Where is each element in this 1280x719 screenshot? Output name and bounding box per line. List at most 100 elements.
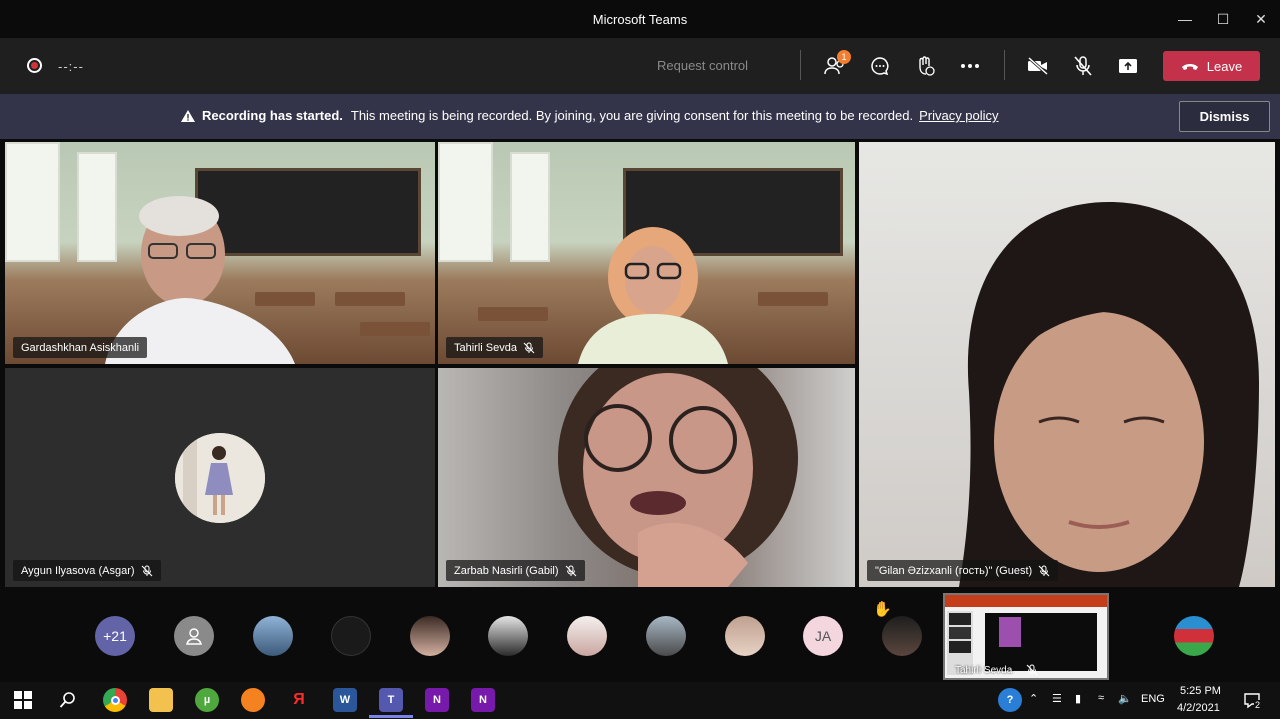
participant-name: Aygun Ilyasova (Asgar) [21,564,135,577]
participant-video [959,202,1259,587]
mic-off-icon [565,565,576,576]
share-button[interactable] [1114,52,1142,80]
mic-off-icon [1026,664,1038,676]
video-tile-zarbab-nasirli[interactable]: Zarbab Nasirli (Gabil) [438,368,855,587]
banner-text: This meeting is being recorded. By joini… [350,108,914,123]
minimize-button[interactable]: — [1166,0,1204,38]
mic-off-icon [1074,56,1092,76]
participant-avatar[interactable] [174,616,214,656]
current-slide [985,613,1097,671]
leave-button[interactable]: Leave [1163,51,1260,81]
video-tile-gilan-guest[interactable]: "Gilan Əzizxanli (гость)" (Guest) [859,142,1275,587]
participant-avatar[interactable] [410,616,450,656]
video-tile-gardashkhan[interactable]: Gardashkhan Asiskhanli [5,142,435,364]
reactions-button[interactable] [911,52,939,80]
participant-avatar[interactable] [253,616,293,656]
participant-avatar[interactable] [882,616,922,656]
window-title: Microsoft Teams [592,11,688,27]
request-control-button[interactable]: Request control [657,58,748,73]
shared-content-nameplate: Tahirli Sevda [955,664,1038,676]
participant-avatar[interactable] [331,616,371,656]
toolbar-divider [1004,50,1005,80]
meeting-toolbar: --:-- Request control 1 Leave [0,38,1280,94]
more-actions-button[interactable] [956,52,984,80]
recording-icon [27,58,42,73]
video-tile-tahirli-sevda[interactable]: Tahirli Sevda [438,142,855,364]
maximize-button[interactable]: ☐ [1204,0,1242,38]
help-icon[interactable]: ? [998,688,1022,712]
title-bar: Microsoft Teams — ☐ ✕ [0,0,1280,38]
close-button[interactable]: ✕ [1242,0,1280,38]
participant-nameplate: "Gilan Əzizxanli (гость)" (Guest) [867,560,1059,581]
banner-title: Recording has started. [202,108,343,123]
onenote-icon[interactable]: N [425,688,449,712]
participant-avatar[interactable] [646,616,686,656]
chrome-icon[interactable] [103,688,127,712]
windows-taskbar [0,682,1280,719]
network-icon[interactable]: ☰ [1052,692,1062,705]
participant-avatar-initials[interactable]: JA [803,616,843,656]
toolbar-divider [800,50,801,80]
active-app-indicator [369,715,413,718]
onenote-2-icon[interactable]: N [471,688,495,712]
mic-off-icon [1038,565,1050,576]
language-indicator[interactable]: ENG [1141,693,1165,705]
presentation-ribbon [945,595,1107,607]
participant-avatar [175,433,265,523]
share-screen-icon [1119,59,1137,73]
clock-date[interactable]: 4/2/2021 [1177,702,1220,714]
mic-off-icon [141,565,152,576]
chat-icon [871,57,889,76]
participant-avatar[interactable] [567,616,607,656]
mic-toggle-button[interactable] [1069,52,1097,80]
teams-icon[interactable]: T [379,688,403,712]
leave-label: Leave [1206,58,1243,74]
participant-avatar[interactable] [488,616,528,656]
file-explorer-icon[interactable] [149,688,173,712]
volume-icon[interactable]: 🔈 [1118,692,1132,705]
participant-name: "Gilan Əzizxanli (гость)" (Guest) [875,564,1033,577]
avatar-photo [175,433,265,523]
participants-badge: 1 [837,50,851,64]
battery-icon[interactable]: ▮ [1075,692,1081,705]
clock-time[interactable]: 5:25 PM [1180,685,1221,697]
privacy-policy-link[interactable]: Privacy policy [919,108,998,123]
background-window [5,142,60,262]
windows-start-icon[interactable] [11,688,35,712]
participant-avatar[interactable] [1174,616,1214,656]
chat-button[interactable] [866,52,894,80]
background-desk [478,307,548,321]
participant-nameplate: Aygun Ilyasova (Asgar) [13,560,161,581]
participants-button[interactable]: 1 [821,50,851,80]
background-desk [360,322,430,336]
shared-content-thumbnail[interactable]: Tahirli Sevda [943,593,1109,680]
participant-video [578,227,728,364]
utorrent-icon[interactable]: µ [195,688,219,712]
chevron-up-icon[interactable]: ⌃ [1029,692,1038,705]
background-desk [335,292,405,306]
participant-nameplate: Zarbab Nasirli (Gabil) [446,560,585,581]
camera-toggle-button[interactable] [1024,52,1052,80]
wifi-icon[interactable]: ≈ [1098,692,1104,704]
person-icon [186,628,202,645]
participant-avatar[interactable] [725,616,765,656]
participant-video [558,368,798,587]
recording-banner: Recording has started. This meeting is b… [0,94,1280,139]
background-window [438,142,493,262]
more-participants-button[interactable]: +21 [95,616,135,656]
phone-hangup-icon [1181,64,1198,70]
more-icon [961,64,979,68]
search-icon[interactable] [56,688,80,712]
background-window [510,152,550,262]
notifications-count: 2 [1254,700,1262,710]
yandex-icon[interactable]: Я [287,688,311,712]
video-tile-aygun-ilyasova[interactable]: Aygun Ilyasova (Asgar) [5,368,435,587]
fl-studio-icon[interactable] [241,688,265,712]
participant-nameplate: Tahirli Sevda [446,337,543,358]
word-icon[interactable]: W [333,688,357,712]
participant-name: Gardashkhan Asiskhanli [21,341,140,354]
banner-message: Recording has started. This meeting is b… [180,108,999,123]
dismiss-button[interactable]: Dismiss [1179,101,1270,132]
warning-icon [181,109,195,122]
background-desk [758,292,828,306]
